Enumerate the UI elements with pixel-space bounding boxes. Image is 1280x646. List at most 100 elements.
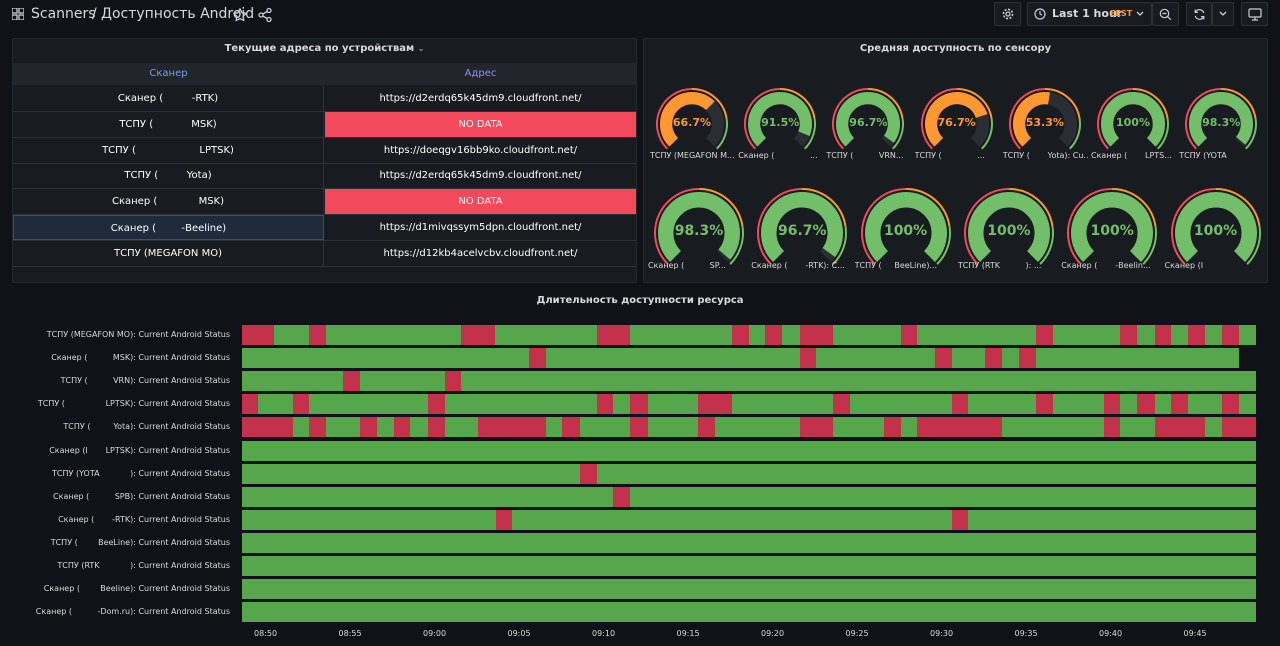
availability-gauge[interactable]: 53.3% ТСПУ ( Yota): Cu... bbox=[1003, 85, 1089, 163]
cell-address: https://d2erdq65k45dm9.cloudfront.net/ bbox=[379, 170, 582, 182]
state-down-segment bbox=[427, 417, 445, 438]
state-up-segment bbox=[242, 509, 1256, 530]
state-down-segment bbox=[985, 348, 1003, 369]
cell-address: https://d1mivqssym5dpn.cloudfront.net/ bbox=[379, 222, 582, 233]
cell-address: https://doeqgv16bb9ko.cloudfront.net/ bbox=[383, 144, 578, 156]
state-down-segment bbox=[495, 509, 512, 530]
gauge-value-text: 91.5% bbox=[761, 116, 800, 130]
state-down-segment bbox=[630, 417, 648, 438]
gauge-label: ТСПУ (RTK ): ... bbox=[957, 261, 1042, 270]
timeline-row[interactable] bbox=[242, 440, 1256, 461]
table-row[interactable]: ТСПУ ( LPTSK) https://doeqgv16bb9ko.cloud… bbox=[13, 137, 636, 164]
table-row[interactable]: ТСПУ ( Yota) https://d2erdq65k45dm9.cloud… bbox=[13, 163, 636, 190]
cell-address-no-data: NO DATA bbox=[325, 189, 636, 215]
availability-gauge[interactable]: 100% Сканер ( LPTS... bbox=[1091, 85, 1173, 163]
breadcrumb-separator: / bbox=[92, 6, 97, 22]
state-down-segment bbox=[698, 417, 715, 438]
column-header-scanner[interactable]: Сканер bbox=[13, 68, 324, 79]
state-up-segment bbox=[242, 556, 1256, 576]
column-header-address[interactable]: Адрес bbox=[325, 68, 636, 79]
gauge-value-text: 96.7% bbox=[778, 223, 827, 240]
gauge-value-text: 66.7% bbox=[672, 116, 712, 130]
timeline-row[interactable] bbox=[242, 463, 1256, 484]
timeline-row[interactable] bbox=[242, 348, 1256, 369]
state-down-segment bbox=[478, 417, 547, 438]
state-up-segment bbox=[242, 348, 1239, 369]
share-icon[interactable] bbox=[257, 7, 273, 23]
state-down-segment bbox=[1035, 394, 1054, 415]
gauge-label: ТСПУ (YOTA bbox=[1179, 151, 1227, 160]
state-up-segment bbox=[242, 486, 1256, 507]
gauge-label: Сканер ( SP... bbox=[648, 261, 726, 270]
cell-scanner: ТСПУ ( LPTSK) bbox=[13, 137, 324, 163]
availability-gauge[interactable]: 96.7% ТСПУ ( VRN... bbox=[826, 85, 908, 163]
timeline-row[interactable] bbox=[242, 371, 1256, 392]
table-row[interactable]: Сканер ( -RTK) https://d2erdq65k45dm9.clo… bbox=[13, 86, 636, 112]
availability-gauge[interactable]: 91.5% Сканер ( ... bbox=[738, 85, 820, 163]
tv-mode-button[interactable] bbox=[1241, 2, 1268, 26]
state-down-segment bbox=[461, 325, 496, 345]
panel-title[interactable]: Длительность доступности ресурса bbox=[12, 295, 1268, 306]
current-addresses-panel: Текущие адреса по устройствам ⌄ Сканер А… bbox=[12, 38, 637, 283]
gauge-value-text: 76.7% bbox=[937, 116, 976, 130]
availability-gauge[interactable]: 98.3% ТСПУ (YOTA bbox=[1179, 85, 1261, 163]
state-down-segment bbox=[1035, 325, 1054, 345]
panel-title[interactable]: Текущие адреса по устройствам ⌄ bbox=[13, 43, 636, 54]
state-down-segment bbox=[1154, 417, 1206, 438]
state-down-segment bbox=[883, 417, 902, 438]
state-down-segment bbox=[596, 325, 631, 345]
timeline-row[interactable] bbox=[242, 556, 1256, 576]
availability-gauge[interactable]: 96.7% Сканер ( -RTK): C... bbox=[751, 185, 851, 273]
x-axis-tick: 09:05 bbox=[507, 629, 531, 638]
refresh-button[interactable] bbox=[1186, 2, 1212, 26]
availability-gauge[interactable]: 66.7% ТСПУ (MEGAFON M... bbox=[650, 85, 735, 163]
state-down-segment bbox=[427, 394, 445, 415]
timeline-row[interactable] bbox=[242, 394, 1256, 415]
availability-gauge[interactable]: 98.3% Сканер ( SP... bbox=[648, 185, 748, 273]
dashboard-settings-button[interactable] bbox=[994, 2, 1021, 26]
availability-gauge[interactable]: 100% Сканер (I bbox=[1165, 185, 1265, 273]
timeline-row[interactable] bbox=[242, 602, 1256, 623]
gauge-label: ТСПУ ( ... bbox=[914, 151, 985, 160]
state-down-segment bbox=[308, 417, 327, 438]
state-down-segment bbox=[1170, 394, 1189, 415]
state-down-segment bbox=[528, 348, 547, 369]
gauge-value-text: 100% bbox=[1090, 223, 1134, 240]
availability-gauge[interactable]: 100% ТСПУ ( BeeLine)... bbox=[855, 185, 955, 273]
state-down-segment bbox=[799, 417, 834, 438]
panel-title[interactable]: Средняя доступность по сенсору bbox=[644, 43, 1267, 54]
time-range-picker[interactable]: Last 1 hour EEST bbox=[1027, 2, 1152, 26]
zoom-out-icon bbox=[1159, 8, 1172, 21]
state-down-segment bbox=[308, 325, 327, 345]
timeline-row[interactable] bbox=[242, 579, 1256, 600]
refresh-interval-dropdown[interactable] bbox=[1212, 2, 1234, 26]
timeline-row-label: ТСПУ ( VRN): Current Android Status bbox=[60, 376, 230, 386]
star-icon[interactable] bbox=[232, 7, 248, 23]
availability-gauge[interactable]: 100% Сканер ( -Beelin... bbox=[1061, 185, 1161, 273]
state-down-segment bbox=[951, 394, 969, 415]
timeline-row[interactable] bbox=[242, 417, 1256, 438]
timeline-row-label: ТСПУ (MEGAFON MO): Current Android Statu… bbox=[46, 330, 230, 339]
state-down-segment bbox=[799, 348, 816, 369]
timeline-row[interactable] bbox=[242, 532, 1256, 553]
state-down-segment bbox=[1103, 417, 1121, 438]
gauge-label: Сканер ( -Beelin... bbox=[1061, 261, 1151, 270]
availability-gauge[interactable]: 100% ТСПУ (RTK ): ... bbox=[958, 185, 1058, 273]
table-row[interactable]: ТСПУ ( MSK) NO DATA bbox=[13, 111, 636, 138]
dashboards-grid-icon[interactable] bbox=[12, 8, 24, 20]
timezone-badge: EEST bbox=[1110, 9, 1133, 18]
availability-gauge[interactable]: 76.7% ТСПУ ( ... bbox=[915, 85, 997, 163]
zoom-out-button[interactable] bbox=[1152, 2, 1179, 26]
table-row[interactable]: Сканер ( MSK) NO DATA bbox=[13, 189, 636, 216]
timeline-row[interactable] bbox=[242, 486, 1256, 507]
gauge-value-text: 100% bbox=[1193, 223, 1238, 240]
gauge-value-text: 98.3% bbox=[674, 223, 724, 240]
timeline-row[interactable] bbox=[242, 509, 1256, 530]
table-row[interactable]: Сканер ( -Beeline) https://d1mivqssym5dpn… bbox=[13, 215, 636, 241]
timeline-row[interactable] bbox=[242, 325, 1256, 345]
breadcrumb-folder[interactable]: Scanners bbox=[31, 6, 96, 22]
state-down-segment bbox=[917, 417, 1003, 438]
cell-scanner: Сканер ( -Beeline) bbox=[13, 215, 324, 240]
state-down-segment bbox=[579, 463, 597, 484]
table-row[interactable]: ТСПУ (MEGAFON MO) https://d12kb4acelvcbv.… bbox=[13, 240, 636, 267]
